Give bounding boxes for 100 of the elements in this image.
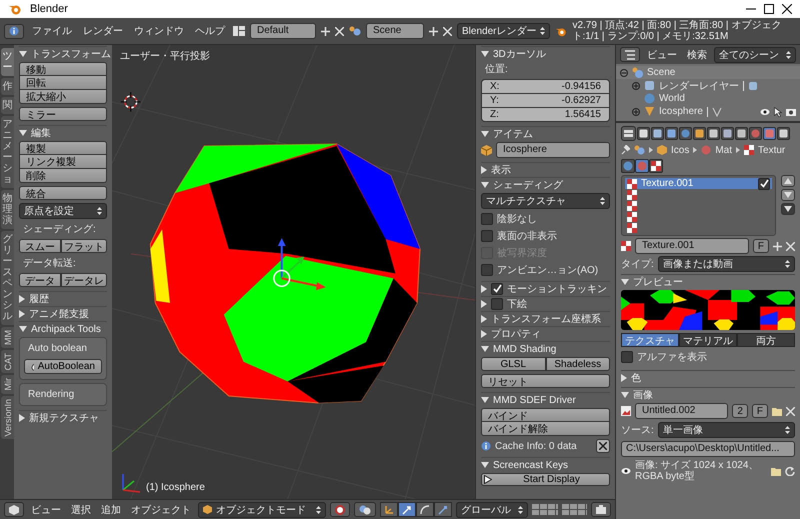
tool-button[interactable]: 回転 — [19, 76, 107, 90]
checkbox[interactable] — [481, 213, 493, 225]
disclosure-triangle-icon[interactable] — [481, 51, 489, 57]
number-field[interactable]: X: -0.94156 — [481, 79, 610, 94]
breadcrumb-item[interactable]: Mat — [715, 144, 732, 156]
menu-item[interactable]: 検索 — [684, 48, 710, 62]
scene-field[interactable]: Scene — [366, 23, 424, 39]
scale-toggle[interactable] — [434, 502, 452, 517]
tool-button[interactable]: 移動 — [19, 62, 107, 76]
panel-title[interactable]: 新規テクスチャ — [29, 411, 99, 425]
menu-item[interactable]: 追加 — [98, 502, 124, 516]
breadcrumb-item[interactable]: Icos — [671, 144, 690, 156]
layer-grid-icon[interactable] — [532, 504, 558, 516]
translate-toggle[interactable] — [398, 502, 416, 517]
menu-item[interactable]: ビュー — [28, 502, 64, 516]
pivot-button[interactable] — [354, 502, 376, 517]
3d-cursor-icon[interactable] — [120, 92, 142, 112]
tool-button[interactable]: リセット — [481, 374, 610, 388]
tool-button[interactable]: Shadeless — [546, 357, 610, 371]
properties-tab[interactable] — [651, 127, 664, 140]
start-display-button[interactable]: Start Display — [481, 473, 610, 486]
properties-tab[interactable] — [637, 127, 650, 140]
panel-title[interactable]: 表示 — [491, 163, 511, 177]
tool-button[interactable]: AutoBoolean — [24, 359, 102, 374]
checkbox[interactable] — [481, 264, 493, 276]
expand-toggle-icon[interactable] — [620, 68, 628, 76]
orientation-dropdown[interactable]: グローバル — [456, 502, 528, 518]
properties-tab[interactable] — [721, 127, 734, 140]
editor-type-button[interactable] — [4, 24, 24, 38]
disclosure-triangle-icon[interactable] — [621, 374, 627, 382]
disclosure-triangle-icon[interactable] — [481, 166, 487, 174]
tool-button[interactable]: データ — [19, 273, 61, 287]
panel-title[interactable]: Screencast Keys — [493, 460, 568, 470]
folder-icon[interactable] — [771, 466, 781, 476]
toolshelf-tab[interactable]: ツー — [1, 48, 14, 76]
disclosure-triangle-icon[interactable] — [481, 330, 487, 338]
fake-user-button[interactable]: F — [752, 404, 768, 418]
panel-title[interactable]: MMD Shading — [493, 344, 556, 354]
menu-item[interactable]: 選択 — [68, 502, 94, 516]
texture-slot[interactable]: Texture.001 — [625, 178, 772, 189]
mode-dropdown[interactable]: オブジェクトモード — [198, 502, 326, 518]
menu-item[interactable]: ビュー — [644, 48, 680, 62]
scene-icon[interactable] — [349, 26, 361, 36]
texture-type-dropdown[interactable]: 画像または動画 — [658, 256, 795, 272]
expand-toggle-icon[interactable] — [632, 82, 640, 90]
tree-item[interactable]: Icosphere — [659, 106, 703, 117]
tool-button[interactable]: ミラー — [19, 107, 107, 121]
number-field[interactable]: Z: 1.56415 — [481, 108, 610, 122]
panel-title[interactable]: アニメ髭支援 — [29, 307, 89, 321]
tool-button[interactable]: 拡大縮小 — [19, 90, 107, 104]
dropdown[interactable]: 原点を設定 — [19, 203, 107, 219]
icosphere-drawing[interactable] — [150, 144, 420, 404]
panel-title[interactable]: 下絵 — [507, 297, 527, 311]
toolshelf-tab[interactable]: MM — [1, 327, 14, 348]
3d-viewport[interactable]: ユーザー・平行投影 (1) Icosphere — [112, 45, 475, 499]
properties-tab[interactable] — [665, 127, 678, 140]
dropdown[interactable]: マルチテクスチャ — [481, 193, 610, 209]
panel-title[interactable]: モーショントラッキン — [507, 282, 607, 296]
tool-button[interactable]: GLSL — [481, 357, 546, 371]
checker-icon[interactable] — [621, 241, 631, 251]
close-icon[interactable] — [782, 4, 792, 14]
toolshelf-tab[interactable]: Mir — [1, 375, 14, 394]
render-engine-dropdown[interactable]: Blenderレンダー — [457, 23, 550, 39]
disclosure-triangle-icon[interactable] — [19, 414, 25, 422]
panel-title[interactable]: プレビュー — [633, 275, 683, 289]
properties-tab[interactable] — [707, 127, 720, 140]
fake-user-button[interactable]: F — [752, 239, 769, 253]
toolshelf-tab[interactable]: 関 — [1, 97, 14, 114]
tool-button[interactable]: 統合 — [19, 186, 107, 200]
panel-title[interactable]: Archipack Tools — [31, 324, 101, 334]
checkbox[interactable] — [758, 178, 770, 190]
add-icon[interactable] — [321, 26, 330, 36]
move-down-button[interactable] — [781, 189, 795, 201]
layout-field[interactable]: Default — [250, 23, 316, 39]
pin-icon[interactable] — [621, 145, 630, 155]
tool-button[interactable]: フラット — [61, 239, 107, 253]
toolshelf-tab[interactable]: アニメーショ — [1, 116, 14, 188]
preview-mode-tab[interactable]: テクスチャ — [621, 333, 679, 347]
disclosure-triangle-icon[interactable] — [621, 392, 629, 398]
eye-icon[interactable] — [621, 467, 631, 475]
source-dropdown[interactable]: 単一画像 — [658, 422, 795, 438]
reload-icon[interactable] — [785, 466, 795, 476]
tool-button[interactable]: データレ — [61, 273, 107, 287]
move-up-button[interactable] — [781, 175, 795, 187]
toolshelf-tab[interactable]: VersionIn — [1, 396, 14, 440]
panel-title[interactable]: 画像 — [633, 388, 653, 402]
maximize-icon[interactable] — [764, 4, 774, 14]
tool-button[interactable]: バインド — [481, 408, 610, 422]
specials-button[interactable] — [781, 203, 795, 215]
tree-item[interactable]: レンダーレイヤー — [659, 78, 739, 92]
add-icon[interactable] — [429, 26, 438, 36]
properties-tab[interactable] — [693, 127, 706, 140]
shading-button[interactable] — [330, 502, 350, 517]
checkbox[interactable] — [481, 230, 493, 242]
properties-tab[interactable] — [735, 127, 748, 140]
mesh-data-icon[interactable] — [712, 106, 722, 116]
add-icon[interactable] — [773, 242, 782, 250]
preview-mode-tab[interactable]: マテリアル — [679, 333, 737, 347]
panel-title[interactable]: シェーディング — [493, 178, 563, 192]
eye-icon[interactable] — [760, 108, 770, 116]
